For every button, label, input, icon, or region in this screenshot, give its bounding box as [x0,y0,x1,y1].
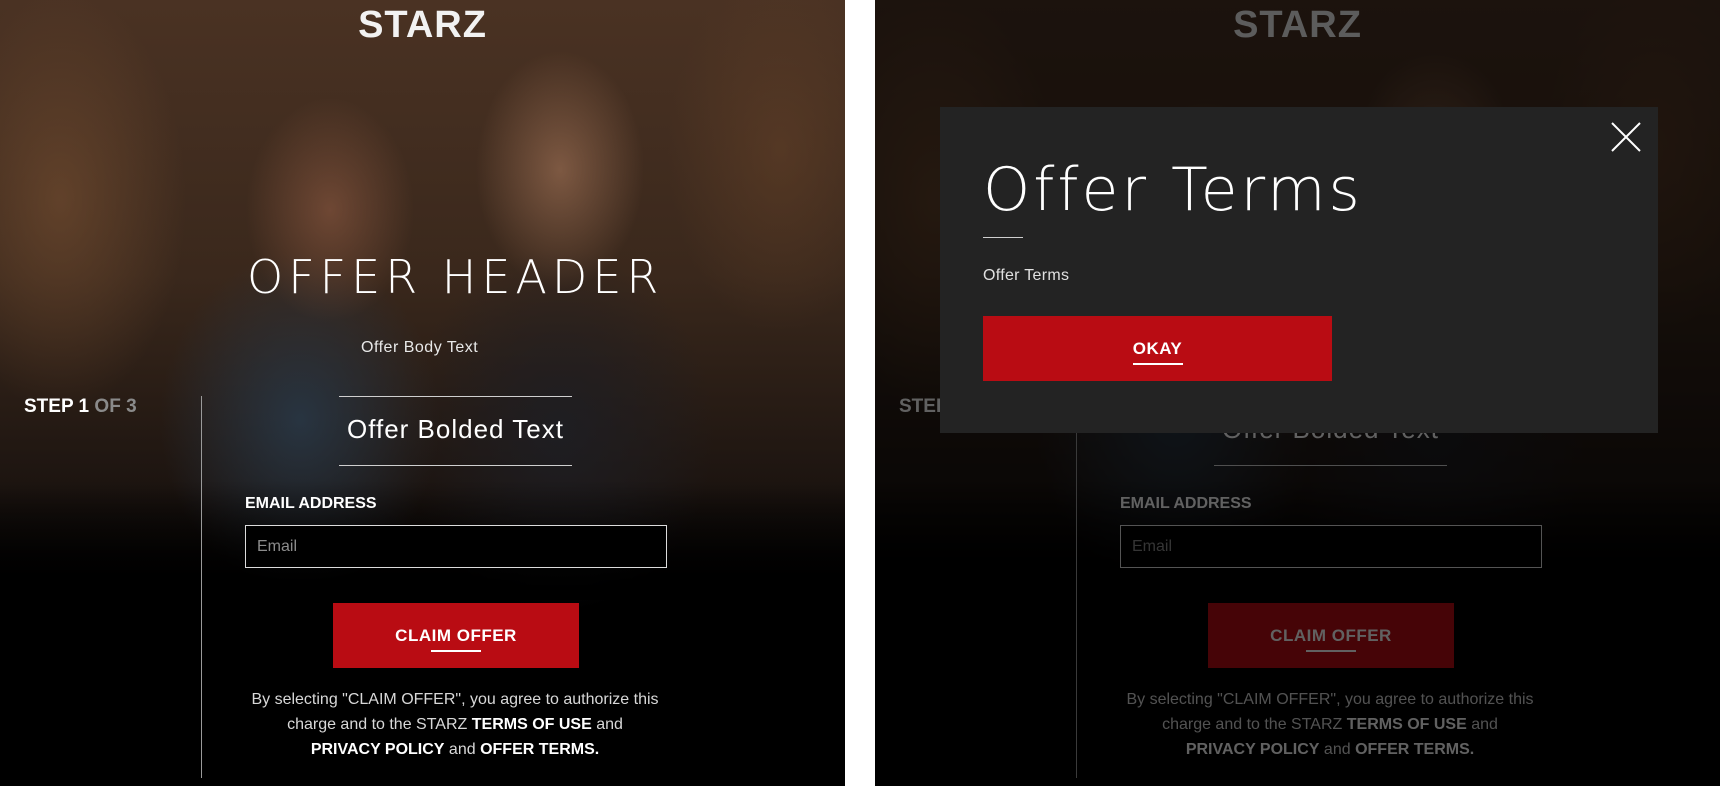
modal-title-rule [983,237,1023,238]
email-label: EMAIL ADDRESS [245,495,377,512]
offer-bolded-text: Offer Bolded Text [347,414,564,444]
okay-underline [1133,363,1183,365]
hero-background-image [0,0,845,786]
offer-page-with-terms-modal: STARZ OFFER HEADER Offer Body Text STEP … [875,0,1720,786]
email-input[interactable] [245,525,667,568]
claim-offer-underline [431,650,481,652]
privacy-policy-link[interactable]: PRIVACY POLICY [311,741,445,758]
modal-title: Offer Terms [983,155,1363,225]
legal-and-1: and [596,716,623,733]
offer-terms-modal: Offer Terms Offer Terms OKAY [940,107,1658,433]
step-current: STEP 1 [24,396,90,417]
claim-offer-button[interactable]: CLAIM OFFER [333,603,579,668]
starz-logo: STARZ [358,4,487,46]
close-icon[interactable] [1606,117,1646,157]
offer-terms-link[interactable]: OFFER TERMS. [480,741,599,758]
bolded-text-top-rule [339,396,572,397]
claim-offer-label: CLAIM OFFER [395,625,517,645]
offer-page-default: STARZ OFFER HEADER Offer Body Text STEP … [0,0,845,786]
step-total: OF 3 [94,396,137,417]
offer-header: OFFER HEADER [247,250,664,304]
okay-label: OKAY [1132,338,1183,358]
legal-disclaimer: By selecting "CLAIM OFFER", you agree to… [240,687,670,762]
okay-button[interactable]: OKAY [983,316,1332,381]
step-divider [201,396,202,778]
step-indicator: STEP 1 OF 3 [24,396,137,418]
modal-body-text: Offer Terms [983,267,1070,284]
bolded-text-bottom-rule [339,465,572,466]
terms-of-use-link[interactable]: TERMS OF USE [472,716,592,733]
offer-body-text: Offer Body Text [361,339,479,356]
legal-and-2: and [448,741,476,758]
